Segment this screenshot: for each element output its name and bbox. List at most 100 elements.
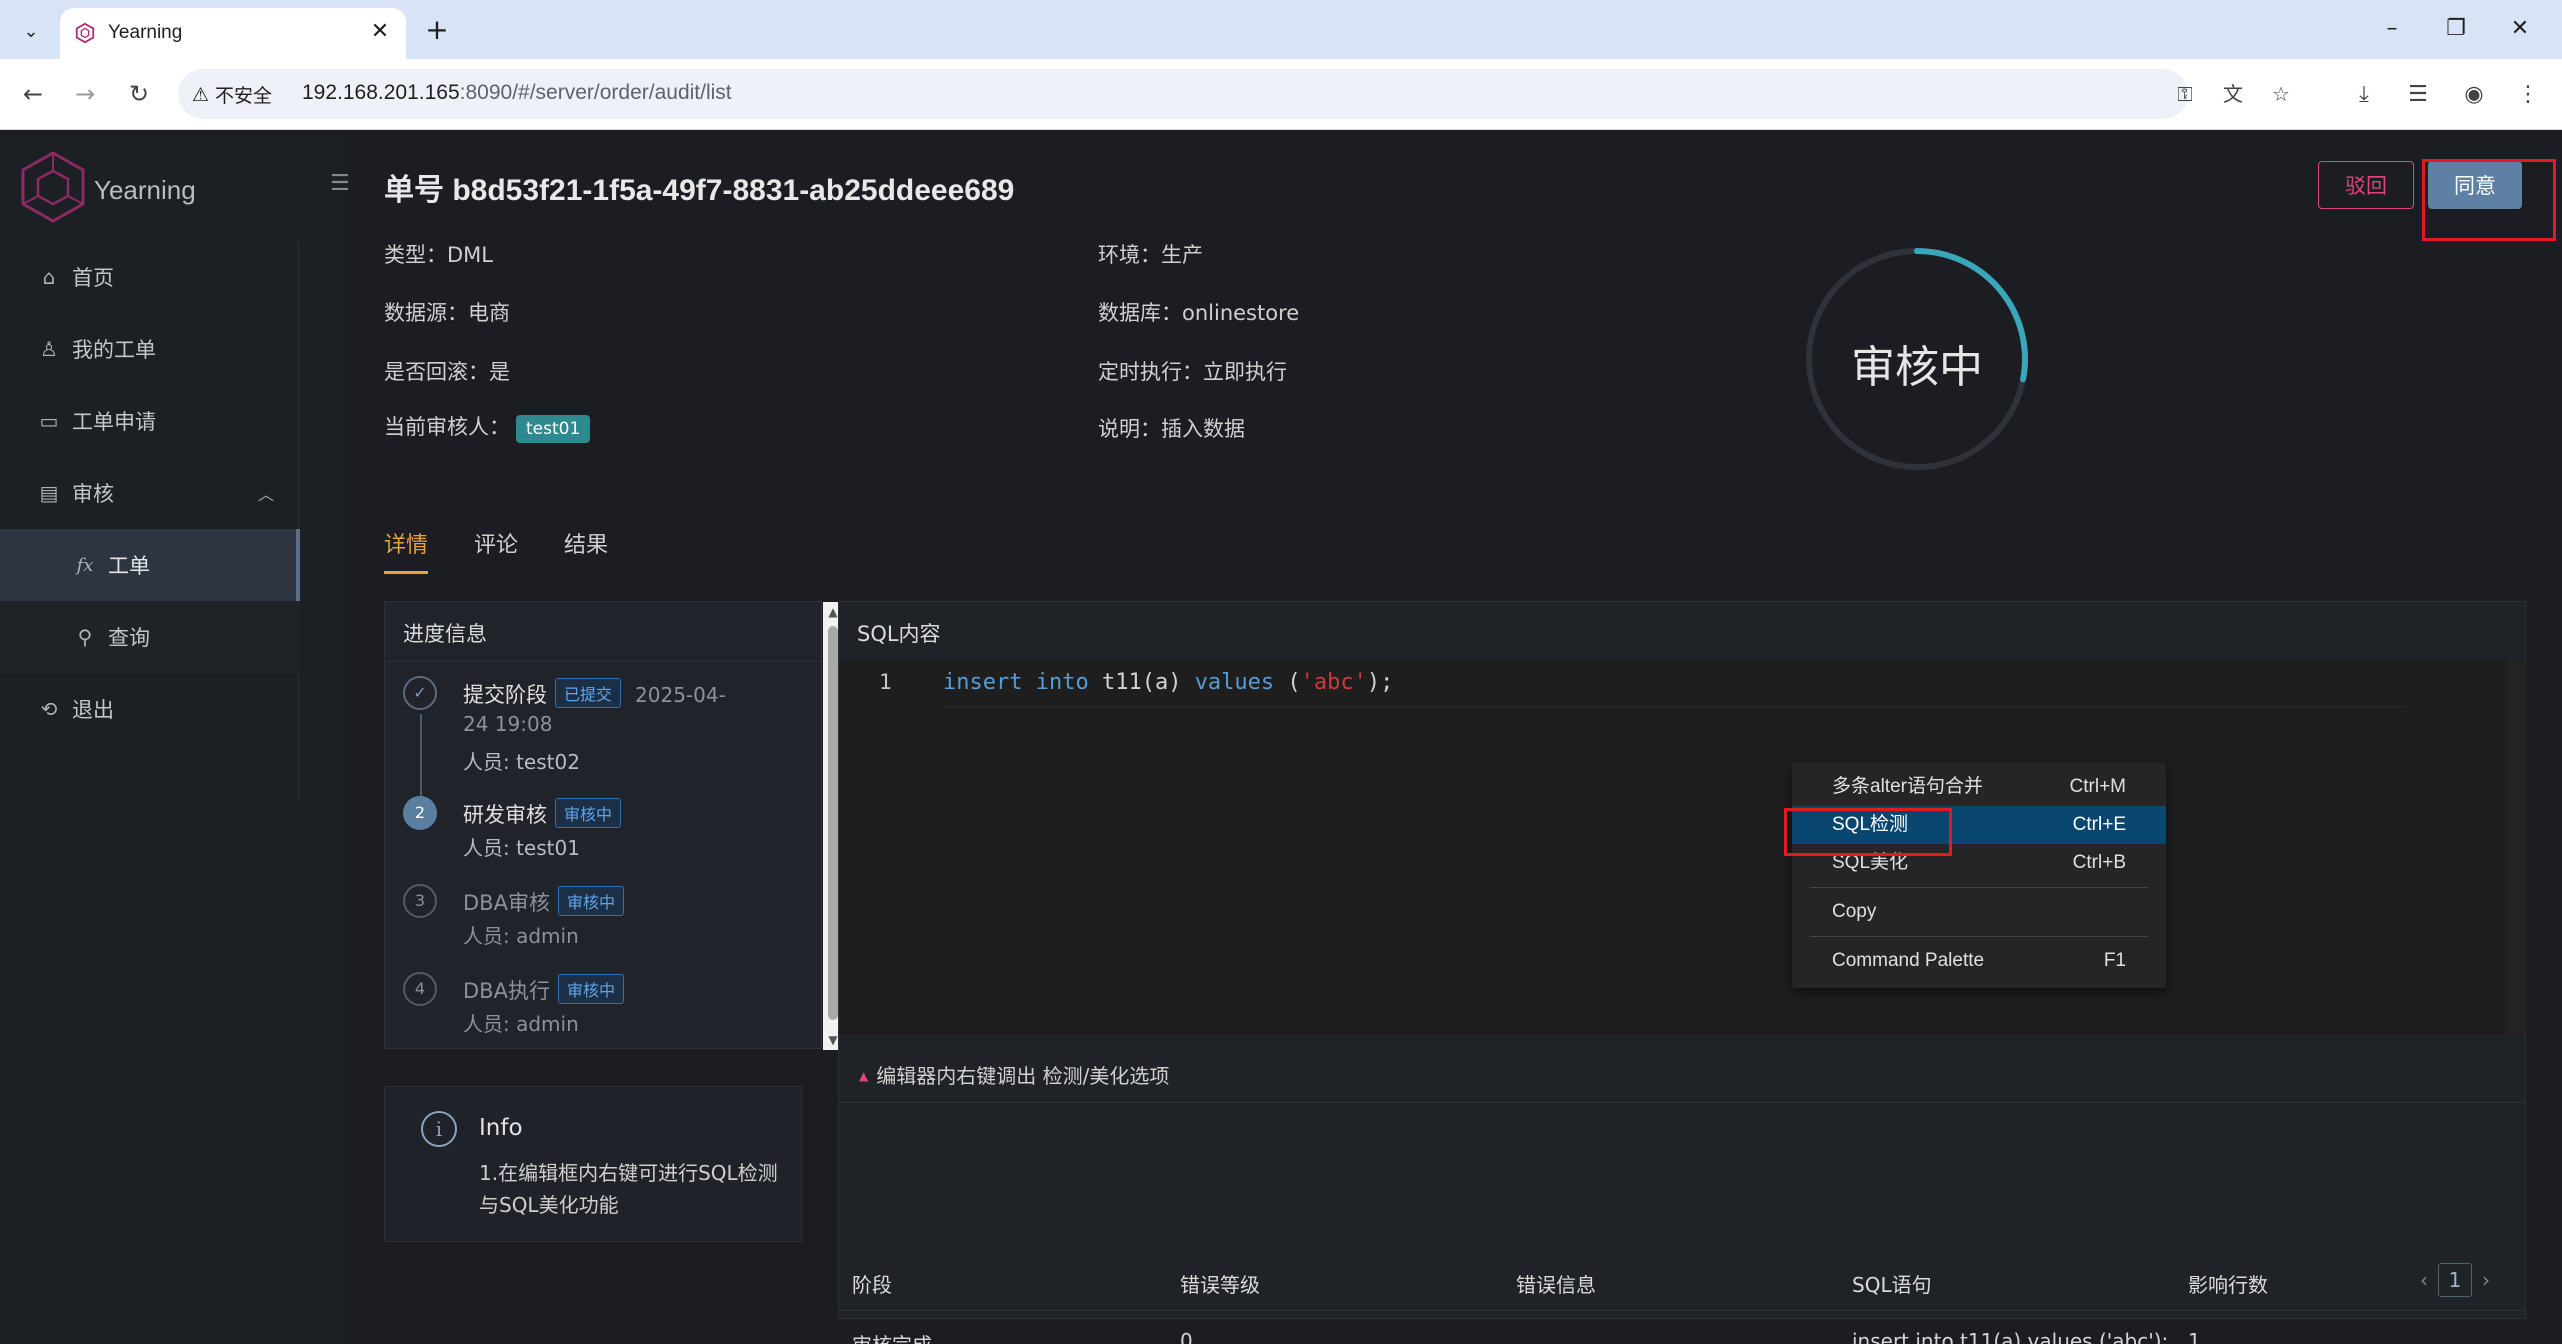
logout-icon: ⟲ [40,697,58,721]
sidebar-item-logout[interactable]: ⟲ 退出 [0,673,300,745]
order-source: 数据源：电商 [384,301,510,325]
sidebar-item-label: 首页 [72,266,114,290]
scroll-thumb[interactable] [828,626,838,1020]
table-header-cell[interactable]: 影响行数 [2188,1269,2268,1298]
tab-results[interactable]: 结果 [564,527,608,574]
minimize-icon[interactable]: – [2372,10,2412,48]
back-icon[interactable]: ← [14,75,52,113]
sidebar-item-audit-order[interactable]: fx 工单 [0,529,300,601]
editor-context-menu: 多条alter语句合并 Ctrl+M SQL检测 Ctrl+E SQL美化 Ctrl+… [1792,762,2166,988]
order-schedule: 定时执行：立即执行 [1098,360,1287,384]
table-header-cell[interactable]: 错误等级 [1180,1269,1260,1298]
step-number: 3 [403,884,437,918]
close-window-icon[interactable]: ✕ [2500,10,2540,48]
annotation-highlight-agree [2422,159,2556,241]
sidebar-item-audit-query[interactable]: ⚲ 查询 [0,601,300,673]
main-content: 单号 b8d53f21-1f5a-49f7-8831-ab25ddeee689 … [348,131,2562,1344]
step-title: 研发审核 审核中 [463,798,622,829]
step-user: 人员: test01 [463,836,580,860]
info-title: Info [479,1115,523,1141]
forward-icon[interactable]: → [66,75,104,113]
pager-next-icon[interactable]: › [2482,1268,2490,1292]
menu-collapse-icon[interactable]: ☰ [330,171,350,196]
step-title-text: DBA审核 [463,891,550,915]
progress-panel-title: 进度信息 [385,602,821,662]
editor-scrollbar[interactable] [2507,660,2527,1035]
step-title: 提交阶段 已提交 2025-04- [463,678,726,709]
table-row: 审核完成 0 insert into t11(a) values ('abc')… [838,1311,2526,1344]
ctx-item-shortcut: Ctrl+M [2069,776,2126,797]
sidebar-item-apply[interactable]: ▭ 工单申请 [0,385,300,457]
ctx-command-palette[interactable]: Command Palette F1 [1792,942,2166,980]
pagination: ‹ 1 › [2420,1263,2490,1297]
sidebar-item-label: 退出 [72,698,114,722]
reload-icon[interactable]: ↻ [120,75,158,113]
restore-icon[interactable]: ❐ [2436,10,2476,48]
code-text: ); [1366,670,1394,695]
ctx-separator [1810,887,2148,888]
step-title-text: 研发审核 [463,803,547,827]
sql-editor[interactable]: 1 insert into t11(a) values ('abc'); [839,660,2507,1035]
tab-search-chevron-icon[interactable]: ⌄ [14,14,48,48]
code-text: ( [1274,670,1301,695]
code-text: t11(a) [1088,670,1195,695]
tab-comments[interactable]: 评论 [474,527,518,574]
search-icon: ⚲ [77,625,93,649]
step-badge: 已提交 [555,678,622,708]
table-header-cell[interactable]: SQL语句 [1852,1269,1932,1298]
translate-icon[interactable]: 文 [2218,79,2248,109]
table-header-cell[interactable]: 阶段 [852,1269,892,1298]
browser-tab-bar: ⌄ Yearning ✕ + – ❐ ✕ [0,0,2562,59]
table-cell: 审核完成 [852,1329,932,1344]
warning-icon: ⚠ [192,83,210,106]
step-user: 人员: test02 [463,750,580,774]
sidebar-item-label: 工单申请 [72,410,156,434]
code-keyword: insert [943,670,1023,695]
yearning-favicon-icon [75,22,95,44]
url-text[interactable]: 192.168.201.165:8090/#/server/order/audi… [302,81,732,105]
step-title-text: 提交阶段 [463,683,547,707]
insecure-indicator[interactable]: ⚠ 不安全 [192,81,272,108]
pager-prev-icon[interactable]: ‹ [2420,1268,2428,1292]
sql-code-line: insert into t11(a) values ('abc'); [943,670,1393,695]
ctx-merge-alter[interactable]: 多条alter语句合并 Ctrl+M [1792,768,2166,806]
sidebar-item-home[interactable]: ⌂ 首页 [0,241,300,313]
panel-divider [839,1102,2525,1103]
reject-button[interactable]: 驳回 [2318,161,2414,209]
new-tab-button[interactable]: + [420,14,454,48]
password-key-icon[interactable]: ⚿ [2170,79,2200,109]
sidebar-item-label: 我的工单 [72,338,156,362]
step-number: 4 [403,972,437,1006]
annotation-highlight-sql-check [1784,808,1952,856]
tab-close-icon[interactable]: ✕ [366,18,394,46]
tab-details[interactable]: 详情 [384,527,429,574]
download-icon[interactable]: ⤓ [2348,79,2380,111]
sidebar-menu: ⌂ 首页 ♙ 我的工单 ▭ 工单申请 ▤ 审核 ︿ fx 工单 ⚲ 查询 ⟲ 退… [0,241,300,745]
step-badge: 审核中 [557,974,624,1004]
table-header-cell[interactable]: 错误信息 [1516,1269,1596,1298]
fx-icon: fx [76,554,94,576]
browser-address-bar: ← → ↻ ⚠ 不安全 192.168.201.165:8090/#/serve… [0,59,2562,130]
ctx-item-shortcut: Ctrl+B [2072,852,2126,873]
pager-page-1[interactable]: 1 [2438,1263,2472,1297]
sql-panel: SQL内容 1 insert into t11(a) values ('abc'… [838,601,2527,1319]
order-description: 说明：插入数据 [1098,417,1245,441]
step-badge: 审核中 [557,886,624,916]
sidebar-item-my-orders[interactable]: ♙ 我的工单 [0,313,300,385]
check-icon: ✓ [403,676,437,710]
omnibox[interactable]: ⚠ 不安全 192.168.201.165:8090/#/server/orde… [178,69,2290,119]
bookmark-star-icon[interactable]: ☆ [2266,79,2296,109]
result-table: 阶段 错误等级 错误信息 SQL语句 影响行数 审核完成 0 insert in… [838,1251,2526,1344]
profile-icon[interactable]: ◉ [2458,79,2490,111]
media-control-icon[interactable]: ☰ [2402,79,2434,111]
sidebar-item-audit[interactable]: ▤ 审核 ︿ [0,457,300,529]
step-number: 2 [403,796,437,830]
code-string: 'abc' [1300,670,1367,695]
ctx-copy[interactable]: Copy [1792,893,2166,931]
current-reviewer-label: 当前审核人： [384,415,510,439]
step-time: 2025-04- [635,683,726,707]
code-keyword: values [1194,670,1275,695]
more-menu-icon[interactable]: ⋮ [2512,79,2544,111]
browser-tab-title: Yearning [108,22,183,43]
browser-tab[interactable]: Yearning ✕ [60,8,406,59]
